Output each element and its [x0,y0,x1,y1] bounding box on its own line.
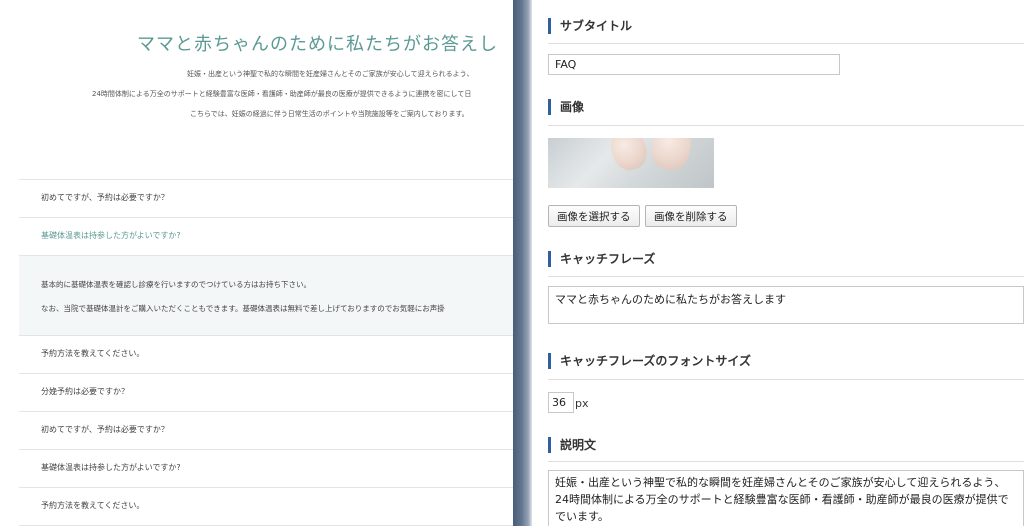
faq-question-open[interactable]: 基礎体温表は持参した方がよいですか? [19,218,513,256]
faq-question[interactable]: 予約方法を教えてください。 [19,336,513,374]
preview-catchphrase: ママと赤ちゃんのために私たちがお答えし [137,34,498,55]
baby-foot-shape [606,138,652,175]
description-line: 24時間体制による万全のサポートと経験豊富な医師・看護師・助産師が最良の医療が提… [555,493,1009,506]
font-size-unit: px [575,397,589,410]
image-thumbnail [548,138,714,188]
preview-intro-line: こちらでは、妊娠の経過に伴う日常生活のポイントや当院施設等をご案内しております。 [190,110,469,118]
description-line: 妊娠・出産という神聖で私的な瞬間を妊産婦さんとそのご家族が安心して迎えられるよう… [555,476,1006,489]
catchphrase-section-title: キャッチフレーズ [548,251,655,267]
faq-answer-line: 基本的に基礎体温表を確認し診療を行いますのでつけている方はお持ち下さい。 [41,280,311,289]
faq-question[interactable]: 基礎体温表は持参した方がよいですか? [19,450,513,488]
preview-page: ママと赤ちゃんのために私たちがお答えし 妊娠・出産という神聖で私的な瞬間を妊産婦… [0,0,513,526]
faq-answer: 基本的に基礎体温表を確認し診療を行いますのでつけている方はお持ち下さい。 なお、… [19,256,513,336]
select-image-button[interactable]: 画像を選択する [548,205,640,227]
faq-question[interactable]: 初めてですが、予約は必要ですか？ [19,412,513,450]
faq-question[interactable]: 初めてですが、予約は必要ですか？ [19,180,513,218]
section-divider [548,125,1024,126]
preview-intro-line: 妊娠・出産という神聖で私的な瞬間を妊産婦さんとそのご家族が安心して迎えられるよう… [187,70,474,78]
faq-answer-line: なお、当院で基礎体温計をご購入いただくこともできます。基礎体温表は無料で差し上げ… [41,304,445,313]
subtitle-input[interactable] [548,54,840,75]
catchphrase-textarea[interactable]: ママと赤ちゃんのために私たちがお答えします [548,286,1024,324]
settings-panel: サブタイトル 画像 画像を選択する 画像を削除する キャッチフレーズ ママと赤ち… [532,0,1024,526]
faq-question[interactable]: 予約方法を教えてください。 [19,488,513,526]
font-size-input[interactable] [548,392,574,413]
section-divider [548,276,1024,277]
section-divider [548,461,1024,462]
description-section-title: 説明文 [548,437,596,453]
faq-question[interactable]: 分娩予約は必要ですか？ [19,374,513,412]
subtitle-section-title: サブタイトル [548,18,632,34]
baby-foot-shape [648,138,694,173]
section-divider [548,43,1024,44]
delete-image-button[interactable]: 画像を削除する [645,205,737,227]
section-divider [548,379,1024,380]
faq-list: 初めてですが、予約は必要ですか？ 基礎体温表は持参した方がよいですか? 基本的に… [19,179,513,526]
image-section-title: 画像 [548,99,584,115]
panel-divider [513,0,532,526]
description-textarea[interactable]: 妊娠・出産という神聖で私的な瞬間を妊産婦さんとそのご家族が安心して迎えられるよう… [548,470,1024,526]
preview-intro-line: 24時間体制による万全のサポートと経験豊富な医師・看護師・助産師が最良の医療が提… [92,90,472,98]
font-size-section-title: キャッチフレーズのフォントサイズ [548,353,751,369]
description-line: でいます。 [555,510,609,523]
